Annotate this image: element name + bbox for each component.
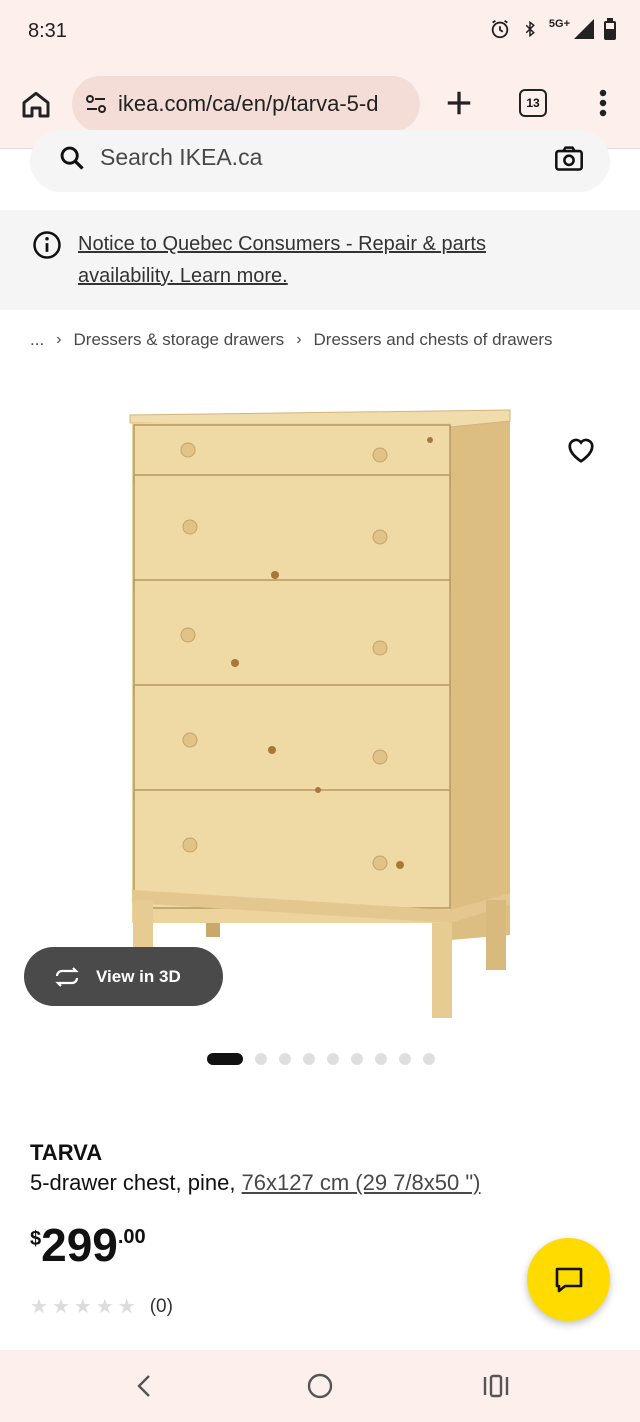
gallery-dot[interactable] — [423, 1053, 435, 1065]
price-decimal: .00 — [117, 1226, 146, 1248]
star-icon: ★ — [95, 1296, 114, 1318]
product-description: 5-drawer chest, pine, 76x127 cm (29 7/8x… — [30, 1170, 481, 1196]
chat-button[interactable] — [527, 1238, 610, 1321]
gallery-pagination — [207, 1053, 435, 1065]
product-dimensions-link[interactable]: 76x127 cm (29 7/8x50 ") — [242, 1170, 481, 1195]
home-icon[interactable] — [20, 88, 52, 120]
new-tab-icon[interactable] — [444, 88, 474, 118]
gallery-dot[interactable] — [375, 1053, 387, 1065]
gallery-dot[interactable] — [327, 1053, 339, 1065]
camera-icon[interactable] — [554, 144, 584, 172]
battery-icon — [604, 18, 616, 40]
network-label: 5G+ — [548, 18, 570, 30]
bluetooth-icon — [525, 20, 535, 38]
search-input[interactable]: Search IKEA.ca — [100, 144, 262, 171]
url-bar[interactable]: ikea.com/ca/en/p/tarva-5-d — [72, 76, 420, 132]
product-image[interactable] — [100, 395, 540, 1025]
status-icons: 5G+ — [489, 18, 616, 40]
view-in-3d-label: View in 3D — [96, 966, 181, 986]
url-text: ikea.com/ca/en/p/tarva-5-d — [118, 91, 379, 116]
status-time: 8:31 — [28, 20, 67, 42]
rating-count: (0) — [149, 1295, 173, 1317]
breadcrumb-item[interactable]: Dressers & storage drawers — [74, 330, 285, 350]
search-icon[interactable] — [58, 144, 86, 172]
alarm-icon — [491, 19, 509, 39]
star-icon: ★ — [117, 1296, 136, 1318]
gallery-dot[interactable] — [303, 1053, 315, 1065]
breadcrumb: ... › Dressers & storage drawers › Dress… — [30, 330, 553, 350]
gallery-dot[interactable] — [255, 1053, 267, 1065]
chevron-right-icon: › — [56, 331, 62, 348]
breadcrumb-ellipsis[interactable]: ... — [30, 330, 44, 350]
star-icon: ★ — [51, 1296, 70, 1318]
price-currency: $ — [30, 1228, 42, 1250]
chevron-right-icon: › — [296, 331, 302, 348]
gallery-dot[interactable] — [399, 1053, 411, 1065]
menu-icon[interactable] — [596, 88, 610, 118]
tab-switcher-button[interactable]: 13 — [519, 89, 547, 117]
star-icon: ★ — [73, 1296, 92, 1318]
price-integer: 299 — [41, 1219, 118, 1271]
view-in-3d-button[interactable]: View in 3D — [24, 947, 223, 1006]
home-circle-icon[interactable] — [306, 1372, 334, 1400]
product-price: $ 299 .00 — [30, 1222, 146, 1268]
gallery-dot[interactable] — [279, 1053, 291, 1065]
gallery-dot[interactable] — [207, 1053, 243, 1065]
product-name: TARVA — [30, 1140, 103, 1165]
breadcrumb-item[interactable]: Dressers and chests of drawers — [314, 330, 553, 350]
rotate-3d-icon — [55, 966, 79, 987]
product-rating[interactable]: ★ ★ ★ ★ ★ (0) — [30, 1294, 173, 1319]
star-icon: ★ — [30, 1296, 48, 1318]
info-icon — [33, 231, 61, 259]
product-description-text: 5-drawer chest, pine, — [30, 1170, 242, 1195]
notice-link[interactable]: Notice to Quebec Consumers - Repair & pa… — [78, 228, 578, 292]
gallery-dot[interactable] — [351, 1053, 363, 1065]
signal-icon — [574, 19, 594, 39]
back-icon[interactable] — [134, 1372, 154, 1400]
recent-apps-icon[interactable] — [482, 1373, 510, 1399]
heart-icon[interactable] — [566, 436, 596, 464]
site-info-icon[interactable] — [84, 92, 108, 116]
chat-icon — [555, 1267, 582, 1292]
